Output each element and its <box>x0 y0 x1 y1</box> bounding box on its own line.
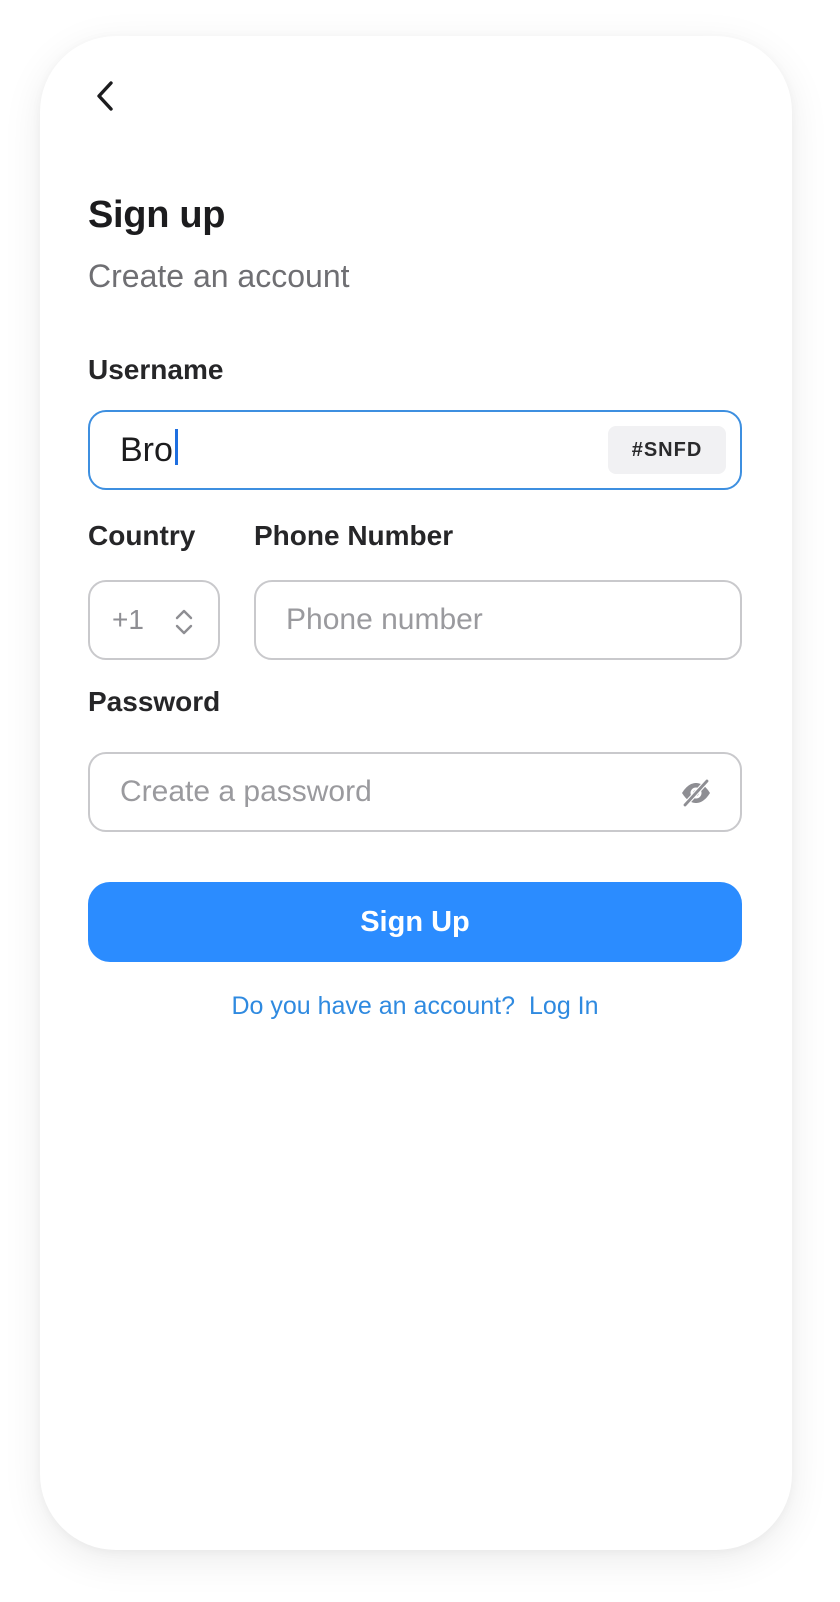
username-value: Bro <box>120 430 173 469</box>
login-prompt-text: Do you have an account? <box>231 992 516 1020</box>
country-label: Country <box>88 520 196 551</box>
phone-screen: Sign up Create an account Username Bro #… <box>40 36 792 1550</box>
phone-number-field-container <box>254 580 742 660</box>
country-select[interactable]: +1 <box>88 580 220 660</box>
phone-number-input[interactable] <box>286 603 740 637</box>
username-field[interactable]: Bro #SNFD <box>88 410 742 490</box>
up-down-chevron-icon <box>172 606 196 638</box>
back-button[interactable] <box>85 76 125 116</box>
sign-up-button[interactable]: Sign Up <box>88 882 742 962</box>
password-input[interactable] <box>120 775 660 809</box>
password-field-container <box>88 752 742 832</box>
password-label: Password <box>88 686 221 717</box>
page-title: Sign up <box>88 194 226 236</box>
username-label: Username <box>88 354 224 385</box>
chevron-left-icon <box>97 81 113 111</box>
country-code-value: +1 <box>112 604 144 635</box>
phone-number-label: Phone Number <box>254 520 454 551</box>
eye-off-icon <box>682 778 710 808</box>
log-in-link[interactable]: Log In <box>529 992 599 1020</box>
login-prompt: Do you have an account? Log In <box>88 992 742 1021</box>
page-subtitle: Create an account <box>88 258 350 294</box>
username-tag-badge: #SNFD <box>608 426 726 474</box>
toggle-password-visibility-button[interactable] <box>678 775 714 811</box>
text-caret <box>174 429 178 465</box>
